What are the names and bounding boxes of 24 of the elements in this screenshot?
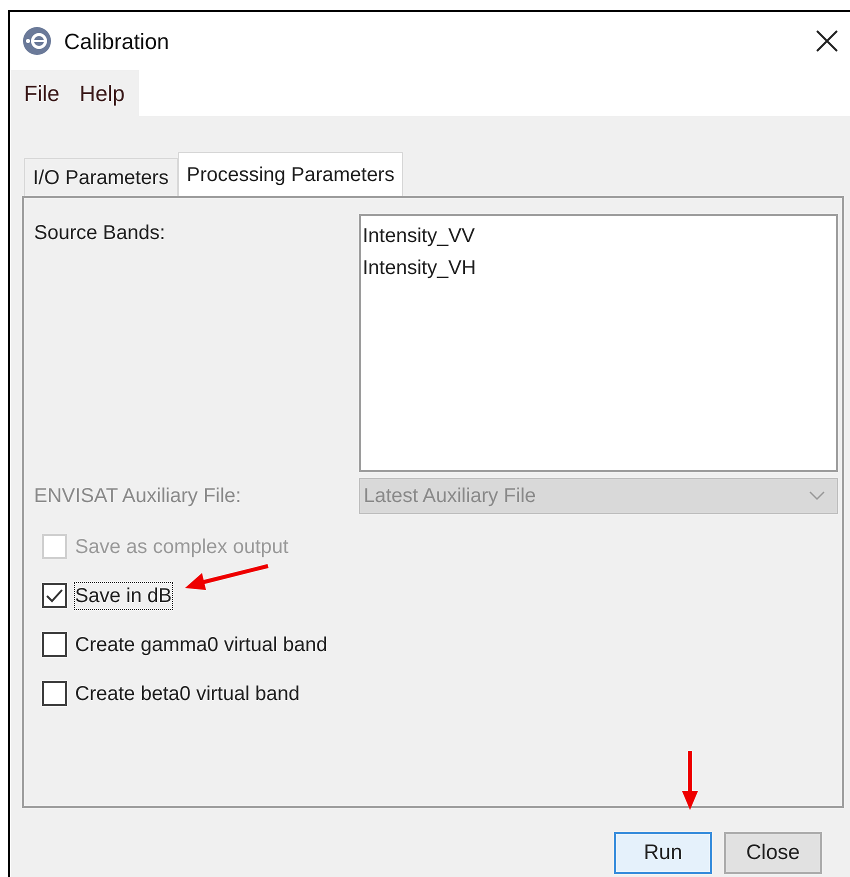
window-title: Calibration [64, 28, 170, 56]
menu-item[interactable]: Help [79, 76, 125, 110]
field-label: Source Bands: [34, 221, 166, 246]
checkbox-label: Create beta0 virtual band [75, 682, 300, 706]
checkbox[interactable] [42, 681, 67, 706]
menu-item[interactable]: File [24, 76, 60, 110]
list-item[interactable]: Intensity_VV [362, 220, 836, 252]
tab[interactable]: Processing Parameters [178, 152, 404, 196]
dialog-button[interactable]: Close [724, 832, 822, 874]
checkbox-label: Save as complex output [75, 534, 288, 560]
tab[interactable]: I/O Parameters [24, 158, 178, 196]
list-item[interactable]: Intensity_VH [362, 252, 836, 284]
checkbox-label: Save in dB [75, 582, 172, 608]
list-box[interactable]: Intensity_VV Intensity_VH [358, 214, 838, 472]
dialog-button[interactable]: Run [614, 832, 712, 874]
checkmark-icon [46, 588, 63, 602]
checkbox-label: Create gamma0 virtual band [75, 632, 328, 658]
app-logo-icon [22, 26, 52, 56]
chevron-down-icon [809, 491, 825, 501]
annotation-arrow [680, 751, 700, 811]
checkbox[interactable] [42, 583, 67, 608]
checkbox[interactable] [42, 632, 67, 657]
field-label: ENVISAT Auxiliary File: [34, 484, 242, 509]
close-icon[interactable] [816, 30, 838, 52]
